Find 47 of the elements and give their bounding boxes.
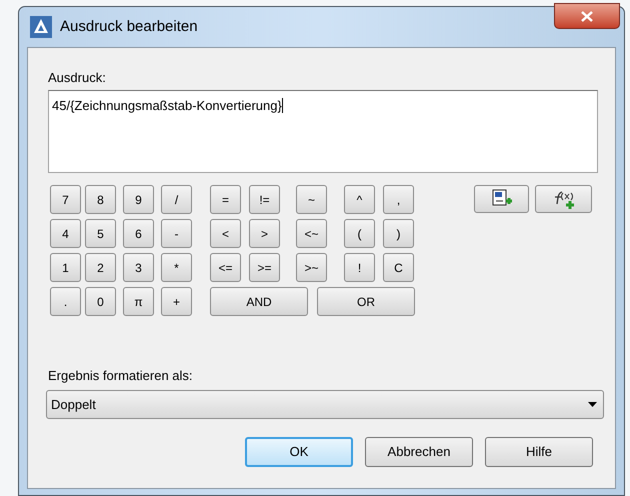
expression-label: Ausdruck: [48,70,107,86]
keypad-key[interactable]: π [123,287,154,316]
keypad-key[interactable]: / [161,185,192,214]
keypad-key[interactable]: >= [249,253,280,282]
keypad-key[interactable]: + [161,287,192,316]
app-logo-icon [30,16,52,38]
dropdown-arrow-icon [588,402,597,407]
keypad-key[interactable]: 3 [123,253,154,282]
expression-field[interactable]: 45/{Zeichnungsmaßstab-Konvertierung} [48,90,598,173]
insert-function-button[interactable] [535,185,592,213]
keypad-key[interactable]: <= [210,253,241,282]
format-dropdown[interactable]: Doppelt [46,390,604,419]
keypad-key[interactable]: != [249,185,280,214]
keypad-key[interactable]: . [50,287,81,316]
keypad-key[interactable]: 7 [50,185,81,214]
keypad-key[interactable]: > [249,219,280,248]
keypad-key[interactable]: 6 [123,219,154,248]
keypad-key[interactable]: 5 [85,219,116,248]
keypad-key[interactable]: 9 [123,185,154,214]
keypad-key[interactable]: >~ [296,253,327,282]
keypad-key[interactable]: - [161,219,192,248]
keypad-key[interactable]: 8 [85,185,116,214]
dialog-button[interactable]: Abbrechen [365,437,473,467]
keypad-key[interactable]: ) [383,219,414,248]
dialog-button[interactable]: OK [245,437,353,467]
keypad-key[interactable]: < [210,219,241,248]
close-button[interactable] [554,3,620,29]
keypad-key[interactable]: 4 [50,219,81,248]
keypad-key[interactable]: 0 [85,287,116,316]
keypad-key[interactable]: 1 [50,253,81,282]
dialog-button[interactable]: Hilfe [485,437,593,467]
keypad-key[interactable]: , [383,185,414,214]
window-title: Ausdruck bearbeiten [60,16,198,37]
keypad-key[interactable]: C [383,253,414,282]
format-label: Ergebnis formatieren als: [48,368,194,384]
keypad-key[interactable]: * [161,253,192,282]
keypad-key[interactable]: ( [344,219,375,248]
keypad-key[interactable]: ^ [344,185,375,214]
insert-field-button[interactable] [474,185,529,213]
keypad-key[interactable]: 2 [85,253,116,282]
keypad-key[interactable]: OR [317,287,415,316]
keypad-key[interactable]: <~ [296,219,327,248]
keypad-key[interactable]: ~ [296,185,327,214]
keypad-key[interactable]: AND [210,287,308,316]
keypad-key[interactable]: = [210,185,241,214]
keypad-key[interactable]: ! [344,253,375,282]
close-icon [581,10,593,22]
